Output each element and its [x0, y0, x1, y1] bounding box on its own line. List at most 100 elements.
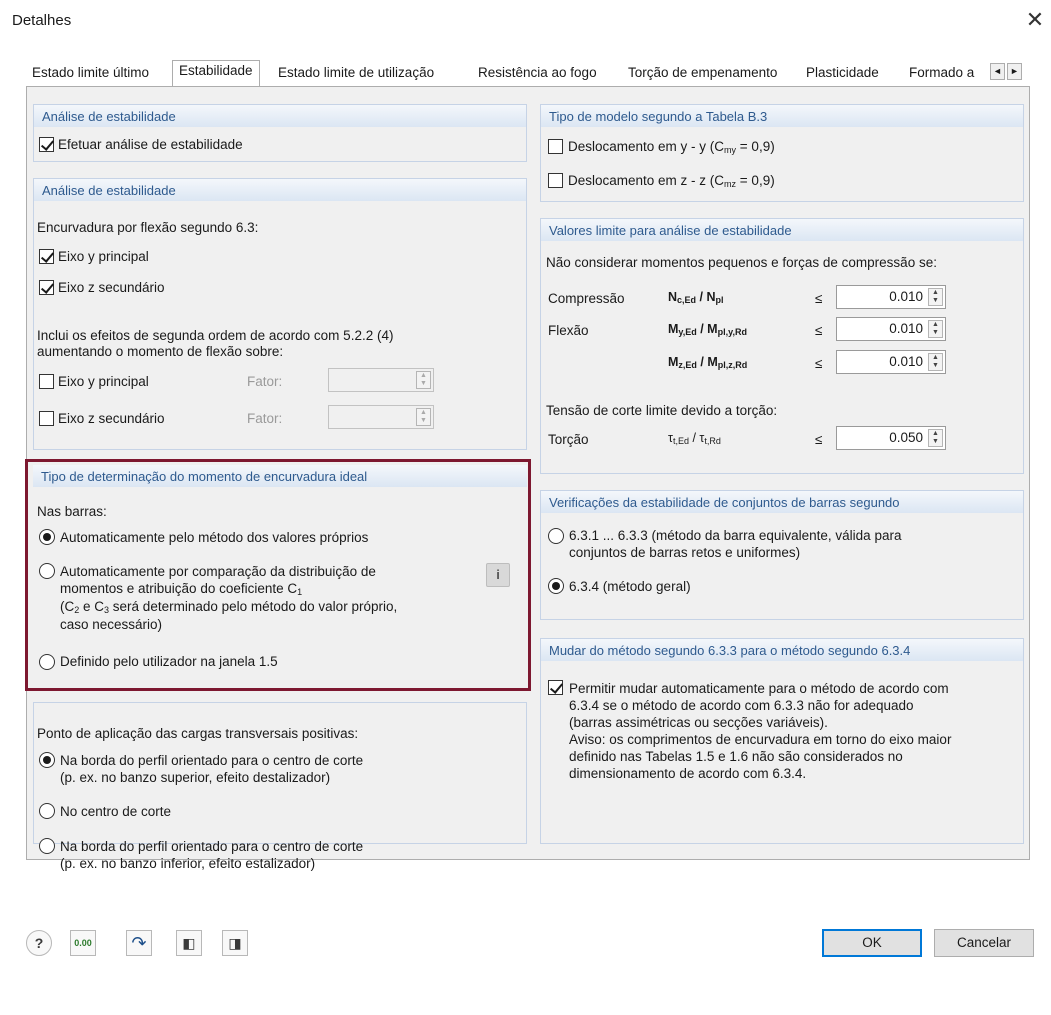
second-order-axis-z-checkbox[interactable]	[39, 411, 54, 426]
torsion-formula: τt,Ed / τt,Rd	[668, 431, 721, 446]
le-sign: ≤	[815, 356, 823, 371]
equivalent-member-radio[interactable]	[548, 528, 564, 544]
perform-stability-label: Efetuar análise de estabilidade	[58, 137, 243, 152]
my-limit-input[interactable]: 0.010 ▲ ▼	[836, 317, 946, 341]
group-header: Mudar do método segundo 6.3.3 para o mét…	[541, 639, 1023, 661]
ok-button[interactable]: OK	[822, 929, 922, 957]
general-method-radio[interactable]	[548, 578, 564, 594]
load-top-flange-line2: (p. ex. no banzo superior, efeito destal…	[60, 770, 331, 785]
tab-stability[interactable]: Estabilidade	[172, 60, 260, 87]
spinner-arrows-icon[interactable]: ▲ ▼	[928, 288, 943, 306]
tab-serviceability[interactable]: Estado limite de utilização	[278, 65, 434, 80]
torsion-label: Torção	[548, 432, 589, 447]
tab-scroll-left-icon[interactable]: ◄	[990, 63, 1005, 80]
auto-switch-line5: definido nas Tabelas 1.5 e 1.6 não são c…	[569, 749, 903, 764]
rotate-arrow-icon[interactable]: ↷	[126, 930, 152, 956]
spinner-arrows-icon[interactable]: ▲ ▼	[928, 429, 943, 447]
load-shear-center-label: No centro de corte	[60, 804, 172, 819]
auto-switch-line6: dimensionamento de acordo com 6.3.4.	[569, 766, 807, 781]
spinner-arrows-icon[interactable]: ▲ ▼	[928, 320, 943, 338]
displacement-y-label: Deslocamento em y - y (Cmy = 0,9)	[568, 139, 775, 155]
group-header: Valores limite para análise de estabilid…	[541, 219, 1023, 241]
equivalent-member-line1: 6.3.1 ... 6.3.3 (método da barra equival…	[569, 528, 902, 543]
moment-distribution-line4: caso necessário)	[60, 617, 163, 632]
eigenvalue-label: Automaticamente pelo método dos valores …	[60, 530, 369, 545]
close-icon[interactable]: ✕	[1022, 6, 1048, 34]
tab-cold-formed[interactable]: Formado a	[909, 65, 985, 80]
tab-ultimate-limit-state[interactable]: Estado limite último	[32, 65, 149, 80]
mz-limit-input[interactable]: 0.010 ▲ ▼	[836, 350, 946, 374]
auto-switch-line3: (barras assimétricas ou secções variávei…	[569, 715, 828, 730]
my-formula: My,Ed / Mpl,y,Rd	[668, 322, 747, 337]
load-bottom-flange-line2: (p. ex. no banzo inferior, efeito estali…	[60, 856, 316, 871]
auto-switch-line1: Permitir mudar automaticamente para o mé…	[569, 681, 949, 696]
bending-label: Flexão	[548, 323, 589, 338]
spinner-arrows-icon[interactable]: ▲ ▼	[416, 371, 431, 389]
tab-fire-resistance[interactable]: Resistência ao fogo	[478, 65, 597, 80]
group-header: Análise de estabilidade	[34, 179, 526, 201]
factor-y-input[interactable]: ▲ ▼	[328, 368, 434, 392]
spinner-arrows-icon[interactable]: ▲ ▼	[928, 353, 943, 371]
le-sign: ≤	[815, 432, 823, 447]
cancel-button[interactable]: Cancelar	[934, 929, 1034, 957]
compression-limit-input[interactable]: 0.010 ▲ ▼	[836, 285, 946, 309]
load-application-label: Ponto de aplicação das cargas transversa…	[37, 726, 359, 741]
moment-distribution-radio[interactable]	[39, 563, 55, 579]
displacement-y-checkbox[interactable]	[548, 139, 563, 154]
axis-y-checkbox[interactable]	[39, 249, 54, 264]
second-order-axis-z-label: Eixo z secundário	[58, 411, 165, 426]
tab-bar: Estado limite último Estabilidade Estado…	[26, 60, 1030, 87]
le-sign: ≤	[815, 291, 823, 306]
flexural-buckling-label: Encurvadura por flexão segundo 6.3:	[37, 220, 259, 235]
limits-intro: Não considerar momentos pequenos e força…	[546, 255, 937, 270]
displacement-z-checkbox[interactable]	[548, 173, 563, 188]
compression-label: Compressão	[548, 291, 625, 306]
perform-stability-checkbox[interactable]	[39, 137, 54, 152]
mz-formula: Mz,Ed / Mpl,z,Rd	[668, 355, 748, 370]
tab-plasticity[interactable]: Plasticidade	[806, 65, 879, 80]
axis-z-label: Eixo z secundário	[58, 280, 165, 295]
second-order-line2: aumentando o momento de flexão sobre:	[37, 344, 284, 359]
auto-switch-checkbox[interactable]	[548, 680, 563, 695]
moment-distribution-line1: Automaticamente por comparação da distri…	[60, 564, 376, 579]
tab-warping-torsion[interactable]: Torção de empenamento	[628, 65, 777, 80]
window-title: Detalhes	[12, 12, 72, 29]
group-header: Tipo de modelo segundo a Tabela B.3	[541, 105, 1023, 127]
equivalent-member-line2: conjuntos de barras retos e uniformes)	[569, 545, 801, 560]
displacement-z-label: Deslocamento em z - z (Cmz = 0,9)	[568, 173, 775, 189]
export-icon[interactable]: ◨	[222, 930, 248, 956]
axis-y-label: Eixo y principal	[58, 249, 149, 264]
torsion-limit-input[interactable]: 0.050 ▲ ▼	[836, 426, 946, 450]
general-method-label: 6.3.4 (método geral)	[569, 579, 691, 594]
factor-z-input[interactable]: ▲ ▼	[328, 405, 434, 429]
load-bottom-flange-radio[interactable]	[39, 838, 55, 854]
load-shear-center-radio[interactable]	[39, 803, 55, 819]
axis-z-checkbox[interactable]	[39, 280, 54, 295]
group-stability-analysis: Análise de estabilidade	[33, 104, 527, 162]
compression-formula: Nc,Ed / Npl	[668, 290, 724, 305]
group-header: Verificações da estabilidade de conjunto…	[541, 491, 1023, 513]
help-icon[interactable]: ?	[26, 930, 52, 956]
members-label: Nas barras:	[37, 504, 107, 519]
user-defined-radio[interactable]	[39, 654, 55, 670]
second-order-axis-y-checkbox[interactable]	[39, 374, 54, 389]
tab-scroll-right-icon[interactable]: ►	[1007, 63, 1022, 80]
factor-y-label: Fator:	[247, 374, 283, 389]
shear-intro: Tensão de corte limite devido a torção:	[546, 403, 778, 418]
eigenvalue-radio[interactable]	[39, 529, 55, 545]
info-icon[interactable]: i	[486, 563, 510, 587]
load-top-flange-line1: Na borda do perfil orientado para o cent…	[60, 753, 364, 768]
second-order-line1: Inclui os efeitos de segunda ordem de ac…	[37, 328, 394, 343]
spinner-arrows-icon[interactable]: ▲ ▼	[416, 408, 431, 426]
factor-z-label: Fator:	[247, 411, 283, 426]
group-header: Análise de estabilidade	[34, 105, 526, 127]
load-top-flange-radio[interactable]	[39, 752, 55, 768]
load-bottom-flange-line1: Na borda do perfil orientado para o cent…	[60, 839, 364, 854]
auto-switch-line4: Aviso: os comprimentos de encurvadura em…	[569, 732, 952, 747]
auto-switch-line2: 6.3.4 se o método de acordo com 6.3.3 nã…	[569, 698, 914, 713]
second-order-axis-y-label: Eixo y principal	[58, 374, 149, 389]
import-icon[interactable]: ◧	[176, 930, 202, 956]
user-defined-label: Definido pelo utilizador na janela 1.5	[60, 654, 278, 669]
le-sign: ≤	[815, 323, 823, 338]
units-icon[interactable]: 0.00	[70, 930, 96, 956]
